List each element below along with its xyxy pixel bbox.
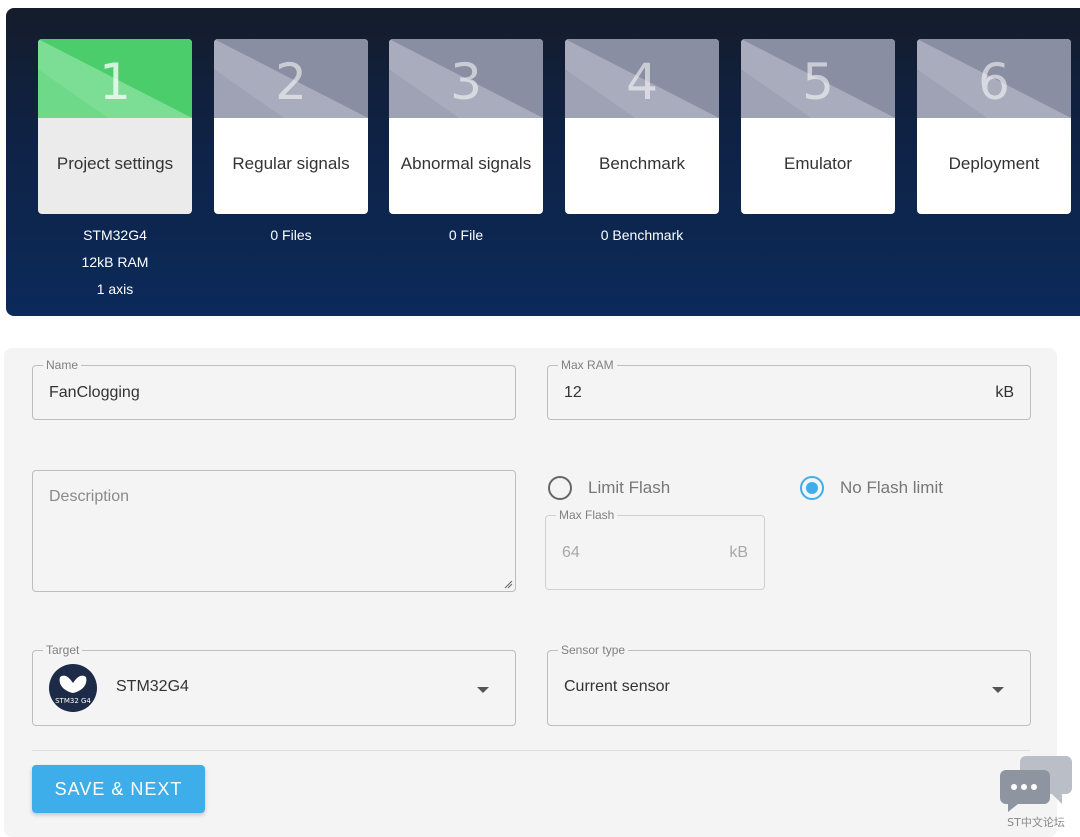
step-emulator[interactable]: 5 Emulator: [741, 39, 895, 214]
stepper-bar: 1 Project settings 2 Regular signals 3 A…: [6, 8, 1080, 316]
step-info-line: 0 File: [448, 227, 484, 243]
step-header: 3: [389, 39, 543, 118]
max-ram-value: 12: [564, 384, 582, 401]
step-number: 4: [626, 53, 658, 111]
step-number: 2: [275, 53, 307, 111]
description-textarea[interactable]: Description: [32, 470, 516, 592]
step-header: 2: [214, 39, 368, 118]
sensor-type-value: Current sensor: [564, 678, 670, 695]
chat-bubble-icon: [1000, 756, 1072, 812]
step-deployment[interactable]: 6 Deployment: [917, 39, 1071, 214]
step-benchmark[interactable]: 4 Benchmark: [565, 39, 719, 214]
resize-handle-icon[interactable]: [503, 579, 513, 589]
step-label: Project settings: [56, 154, 174, 173]
target-legend: Target: [43, 643, 83, 657]
max-flash-legend: Max Flash: [556, 508, 618, 522]
chat-caption: ST中文论坛: [1007, 816, 1065, 829]
max-flash-unit: kB: [729, 544, 748, 561]
chat-widget[interactable]: ST中文论坛: [996, 752, 1076, 832]
chevron-down-icon: [477, 687, 489, 693]
step-info-line: 12kB RAM: [81, 254, 149, 270]
no-flash-limit-option[interactable]: No Flash limit: [800, 476, 943, 500]
step-label: Abnormal signals: [400, 154, 532, 173]
sensor-type-select[interactable]: Sensor type Current sensor: [547, 643, 1031, 726]
max-ram-field[interactable]: Max RAM 12 kB: [547, 358, 1031, 420]
max-ram-unit: kB: [995, 384, 1014, 401]
step-project-settings[interactable]: 1 Project settings: [38, 39, 192, 214]
step-number: 5: [802, 53, 834, 111]
step-number: 6: [978, 53, 1010, 111]
step-1-info: STM32G4 12kB RAM 1 axis: [38, 222, 192, 303]
description-placeholder: Description: [49, 488, 130, 505]
no-flash-limit-label: No Flash limit: [840, 478, 943, 497]
max-flash-value: 64: [562, 544, 580, 561]
step-info-line: 1 axis: [96, 281, 134, 297]
no-flash-limit-radio[interactable]: [800, 476, 824, 500]
max-flash-field[interactable]: Max Flash 64 kB: [545, 508, 765, 590]
limit-flash-option[interactable]: Limit Flash: [548, 476, 670, 500]
project-settings-panel: [4, 348, 1057, 837]
step-number: 3: [450, 53, 482, 111]
step-header: 6: [917, 39, 1071, 118]
name-legend: Name: [43, 358, 82, 372]
form-divider: [32, 750, 1030, 751]
sensor-type-legend: Sensor type: [558, 643, 629, 657]
step-label: Deployment: [948, 154, 1040, 173]
target-value: STM32G4: [116, 678, 189, 695]
limit-flash-radio[interactable]: [548, 476, 572, 500]
step-info-line: 0 Files: [270, 227, 312, 243]
step-header: 1: [38, 39, 192, 118]
stm32-logo-icon: STM32 G4: [49, 664, 97, 712]
step-4-info: 0 Benchmark: [565, 222, 719, 249]
step-3-info: 0 File: [389, 222, 543, 249]
step-info-line: 0 Benchmark: [600, 227, 684, 243]
step-info-line: STM32G4: [83, 227, 147, 243]
logo-text: STM32 G4: [55, 697, 91, 705]
step-header: 4: [565, 39, 719, 118]
name-value: FanClogging: [49, 384, 140, 401]
step-2-info: 0 Files: [214, 222, 368, 249]
step-label: Emulator: [783, 154, 853, 173]
step-regular-signals[interactable]: 2 Regular signals: [214, 39, 368, 214]
step-label: Regular signals: [232, 154, 350, 173]
limit-flash-label: Limit Flash: [588, 478, 671, 497]
target-select[interactable]: Target STM32 G4 STM32G4: [32, 643, 516, 726]
step-header: 5: [741, 39, 895, 118]
step-abnormal-signals[interactable]: 3 Abnormal signals: [389, 39, 543, 214]
save-next-button[interactable]: SAVE & NEXT: [32, 765, 205, 813]
step-label: Benchmark: [599, 154, 685, 173]
step-number: 1: [99, 53, 131, 111]
chevron-down-icon: [992, 687, 1004, 693]
name-field[interactable]: Name FanClogging: [32, 358, 516, 420]
max-ram-legend: Max RAM: [558, 358, 617, 372]
